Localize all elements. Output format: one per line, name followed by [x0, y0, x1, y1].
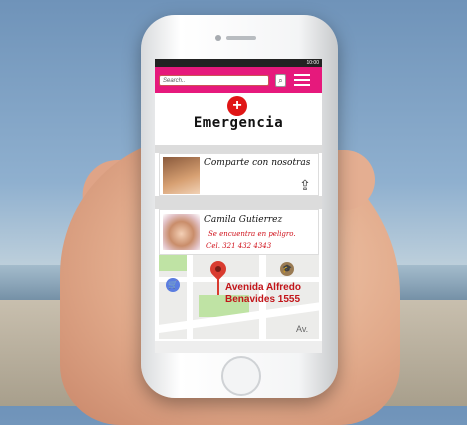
status-bar: 10:00	[155, 59, 322, 67]
shop-icon[interactable]: 🛒	[166, 278, 180, 292]
contact-status: Se encuentra en peligro.	[208, 230, 296, 238]
map-road	[187, 255, 193, 339]
map-pin-stem	[217, 277, 219, 295]
divider	[155, 145, 322, 153]
page-title: Emergencia	[193, 115, 284, 131]
app-navbar: Search.. ⌕	[155, 67, 322, 93]
share-card-title: Comparte con nosotras	[204, 158, 311, 168]
home-button[interactable]	[221, 356, 261, 396]
divider	[155, 196, 322, 209]
location-map[interactable]: 🛒 🎓 Avenida Alfredo Benavides 1555 Av.	[159, 255, 319, 339]
school-icon[interactable]: 🎓	[280, 262, 294, 276]
speaker-grille	[226, 36, 256, 40]
map-address: Avenida Alfredo Benavides 1555	[225, 282, 301, 306]
phone-screen: 10:00 Search.. ⌕ + Emergencia Comparte c…	[155, 59, 322, 353]
contact-card[interactable]: Camila Gutierrez Se encuentra en peligro…	[159, 209, 319, 255]
map-pin-dot	[215, 266, 221, 272]
contact-name: Camila Gutierrez	[204, 215, 283, 225]
contact-phone[interactable]: Cel. 321 432 4343	[206, 242, 271, 250]
red-cross-icon[interactable]: +	[227, 96, 247, 116]
front-camera	[215, 35, 221, 41]
search-input[interactable]: Search..	[159, 75, 269, 86]
bottom-bar	[155, 341, 322, 353]
search-icon[interactable]: ⌕	[275, 74, 286, 87]
address-line-1: Avenida Alfredo	[225, 282, 301, 293]
map-park	[159, 255, 189, 271]
address-line-2: Benavides 1555	[225, 294, 301, 305]
status-time: 10:00	[306, 60, 319, 66]
share-icon[interactable]: ⇪	[296, 177, 314, 193]
emergency-header: + Emergencia	[155, 93, 322, 137]
street-label: Av.	[296, 324, 309, 334]
avatar	[163, 157, 200, 194]
share-card[interactable]: Comparte con nosotras ⇪	[159, 153, 319, 196]
menu-icon[interactable]	[294, 74, 310, 87]
avatar	[163, 214, 200, 250]
